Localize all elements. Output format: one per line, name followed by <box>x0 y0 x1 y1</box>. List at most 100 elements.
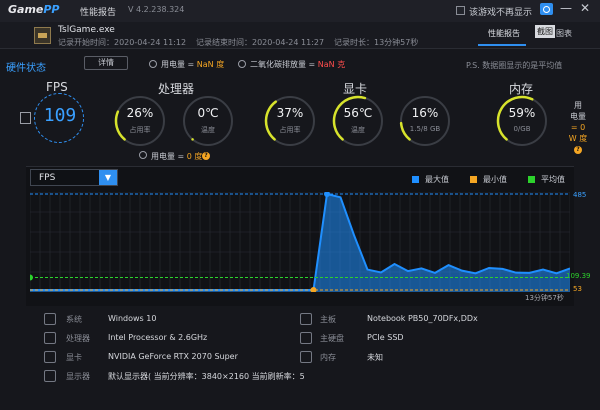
memory-side-line4: W 度 <box>568 134 588 143</box>
hardware-status-title: 硬件状态 <box>6 63 46 74</box>
board-value: Notebook PB50_70DFx,DDx <box>367 314 478 323</box>
disk-value: PCIe SSD <box>367 333 404 342</box>
power-icon <box>149 60 157 68</box>
avg-marker <box>30 274 33 281</box>
system-gpu-label: 显卡 <box>66 353 82 362</box>
metric-select-label: FPS <box>39 173 56 183</box>
tab-performance-report[interactable]: 性能报告 <box>488 28 520 39</box>
record-start-time: 记录开始时间：2020-04-24 11:12 <box>58 38 187 47</box>
co2-line: 二氧化碳排放量 = NaN 克 <box>250 59 345 70</box>
system-cpu-label: 处理器 <box>66 334 90 343</box>
legend-min-icon <box>470 176 477 183</box>
game-icon <box>34 27 51 44</box>
chart-duration: 13分钟57秒 <box>525 294 564 302</box>
do-not-show-label[interactable]: 该游戏不再显示 <box>469 5 532 18</box>
cpu-temp-value: 0℃ <box>197 106 219 120</box>
average-note: P.S. 数据圈显示的是平均值 <box>466 61 563 70</box>
details-button[interactable]: 详情 <box>84 56 128 70</box>
tab-chart[interactable]: 图表 <box>556 28 572 39</box>
help-icon[interactable]: ? <box>202 152 210 160</box>
camera-icon[interactable] <box>540 3 553 15</box>
legend-min-label: 最小值 <box>483 175 507 184</box>
memory-side-line2: 电量 <box>570 112 586 121</box>
gpu-usage-value: 37% <box>276 106 304 120</box>
display-value: 默认显示器( 当前分辨率：3840×2160 当前刷新率：5 <box>108 372 305 381</box>
fps-value: 109 <box>43 105 77 126</box>
system-info: 系统 Windows 10 处理器 Intel Processor & 2.6G… <box>0 306 600 410</box>
display-label: 显示器 <box>66 372 90 381</box>
fps-chart <box>30 192 570 292</box>
legend-avg-icon <box>528 176 535 183</box>
cpu-usage-label: 占用率 <box>129 126 151 134</box>
memory-icon <box>300 351 312 363</box>
close-button[interactable]: ✕ <box>580 1 590 15</box>
gpu-temp-value: 56℃ <box>343 106 373 120</box>
version-text: V 4.2.238.324 <box>128 5 185 14</box>
gpu-usage-gauge: 37% 占用率 <box>263 94 317 148</box>
bottom-power-value: 0 度 <box>186 152 203 161</box>
memory-help-icon[interactable]: ? <box>574 146 582 154</box>
memory-usage-value: 59% <box>508 106 536 120</box>
cpu-temp-label: 温度 <box>201 126 215 134</box>
monitor-icon <box>44 370 56 382</box>
tab-screenshot[interactable]: 截图 <box>535 25 555 38</box>
legend-max-label: 最大值 <box>425 175 449 184</box>
window-title: 性能报告 <box>80 8 117 18</box>
bottom-power-icon <box>139 151 147 159</box>
legend-avg-label: 平均值 <box>541 175 565 184</box>
co2-value: NaN 克 <box>317 60 346 69</box>
min-value-label: 53 <box>573 285 582 293</box>
board-label: 主板 <box>320 315 336 324</box>
power-usage-value: NaN 度 <box>196 60 225 69</box>
memory-side-line1: 用 <box>574 101 582 110</box>
bottom-power-line: 用电量 = 0 度 <box>151 151 202 162</box>
os-icon <box>44 313 56 325</box>
gpu-vram-label: 1.5/8 GB <box>409 125 441 133</box>
cpu-usage-gauge: 26% 占用率 <box>113 94 167 148</box>
cpu-icon <box>44 332 56 344</box>
legend-max-icon <box>412 176 419 183</box>
bottom-power-label: 用电量 = <box>151 152 187 161</box>
memory-usage-label: 0/GB <box>513 125 531 133</box>
gpu-vram-gauge: 16% 1.5/8 GB <box>398 94 452 148</box>
system-cpu-value: Intel Processor & 2.6GHz <box>108 333 208 342</box>
minimize-button[interactable]: — <box>560 1 572 15</box>
game-name: TslGame.exe <box>58 25 115 35</box>
disk-icon <box>300 332 312 344</box>
cpu-usage-value: 26% <box>126 106 154 120</box>
cpu-temp-gauge: 0℃ 温度 <box>181 94 235 148</box>
chevron-down-icon[interactable]: ▼ <box>99 170 117 185</box>
record-end-time: 记录结束时间：2020-04-24 11:27 <box>196 38 325 47</box>
title-bar: GamePP 性能报告 V 4.2.238.324 该游戏不再显示 — ✕ <box>0 0 600 22</box>
gpu-vram-value: 16% <box>411 106 439 120</box>
fps-title: FPS <box>46 80 68 94</box>
fps-expand-icon[interactable] <box>20 112 31 124</box>
power-usage-label: 用电量 = <box>161 60 197 69</box>
system-gpu-value: NVIDIA GeForce RTX 2070 Super <box>108 352 238 361</box>
system-memory-label: 内存 <box>320 353 336 362</box>
disk-label: 主硬盘 <box>320 334 344 343</box>
motherboard-icon <box>300 313 312 325</box>
memory-usage-gauge: 59% 0/GB <box>495 94 549 148</box>
do-not-show-checkbox[interactable] <box>456 6 465 15</box>
record-duration: 记录时长：13分钟57秒 <box>334 38 419 47</box>
gpu-temp-label: 温度 <box>351 126 365 134</box>
max-value-label: 485 <box>573 191 587 199</box>
logo-pp-text: PP <box>43 3 60 16</box>
memory-side-line3: = 0 <box>570 123 586 132</box>
system-memory-value: 未知 <box>367 353 383 362</box>
gpu-usage-label: 占用率 <box>279 126 301 134</box>
gamepp-logo: GamePP <box>8 3 60 16</box>
memory-side-info: 用 电量 = 0 W 度 <box>558 100 598 144</box>
co2-icon <box>238 60 246 68</box>
co2-label: 二氧化碳排放量 = <box>250 60 318 69</box>
avg-value-label: 109.39 <box>566 272 591 280</box>
logo-game-text: Game <box>8 3 44 16</box>
active-tab-underline <box>478 44 526 46</box>
power-usage-line: 用电量 = NaN 度 <box>161 59 224 70</box>
gpu-temp-gauge: 56℃ 温度 <box>331 94 385 148</box>
os-value: Windows 10 <box>108 314 157 323</box>
os-label: 系统 <box>66 315 82 324</box>
metric-select[interactable]: FPS ▼ <box>30 169 118 186</box>
gpu-icon <box>44 351 56 363</box>
